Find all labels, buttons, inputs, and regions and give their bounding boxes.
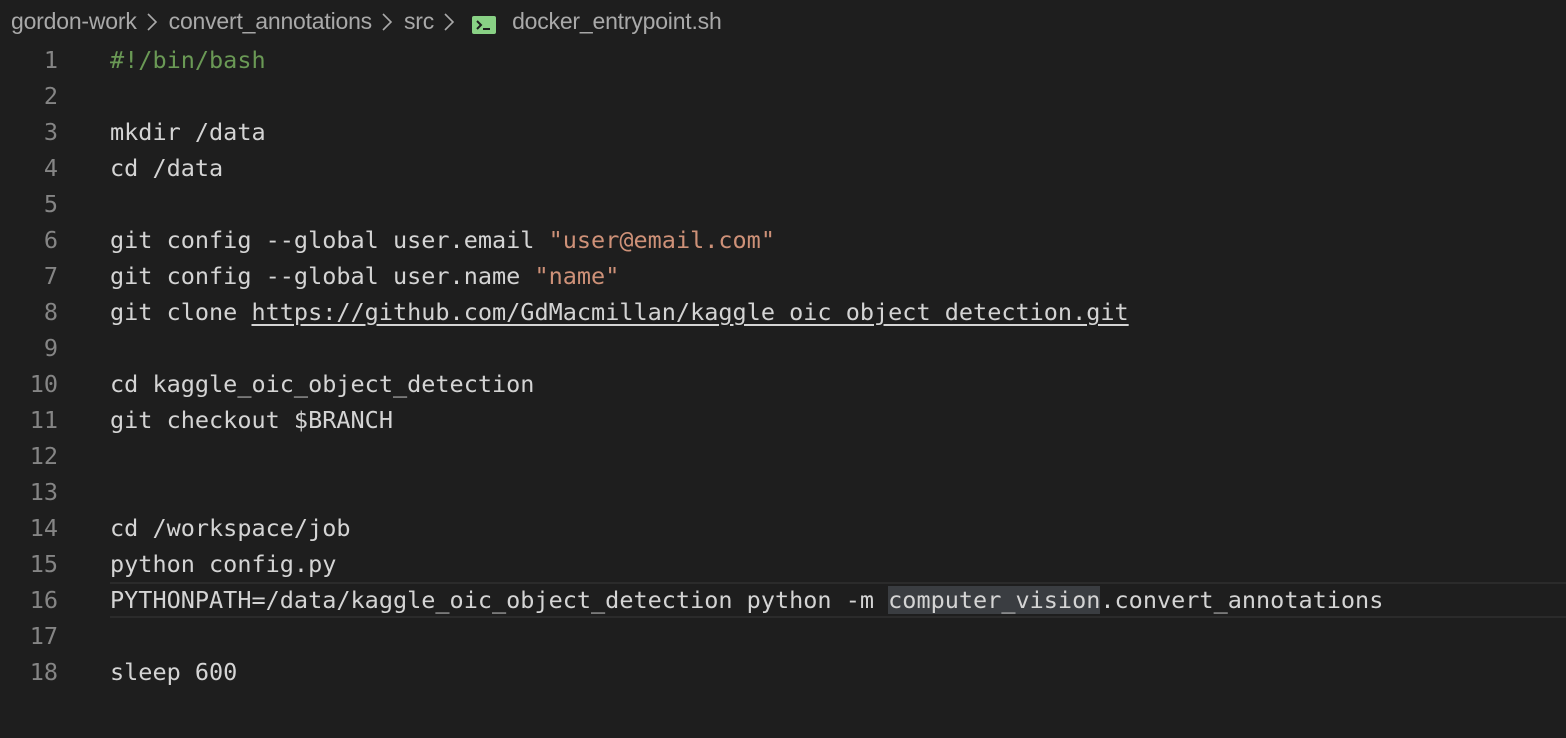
line-number: 7 (43, 262, 58, 290)
code-text: git clone https://github.com/GdMacmillan… (110, 294, 1129, 330)
line-number: 4 (43, 154, 58, 182)
code-line[interactable]: 14 cd /workspace/job (0, 510, 1566, 546)
line-number: 3 (43, 118, 58, 146)
code-line[interactable]: 8 git clone https://github.com/GdMacmilla… (0, 294, 1566, 330)
code-editor[interactable]: 1 #!/bin/bash 2 3 mkdir /data 4 cd /data 5 6 git … (0, 42, 1566, 690)
code-text: sleep 600 (110, 654, 237, 690)
chevron-right-icon (375, 9, 401, 33)
code-line[interactable]: 12 (0, 438, 1566, 474)
breadcrumb: gordon-work convert_annotations src dock… (0, 0, 722, 42)
code-token: "name" (534, 262, 620, 290)
code-line[interactable]: 11 git checkout $BRANCH (0, 402, 1566, 438)
chevron-right-icon (140, 9, 166, 33)
code-text: #!/bin/bash (110, 42, 266, 78)
line-number: 16 (29, 586, 58, 614)
line-number: 15 (29, 550, 58, 578)
code-token: "user@email.com" (548, 226, 775, 254)
line-number: 2 (43, 82, 58, 110)
code-line[interactable]: 5 (0, 186, 1566, 222)
code-line[interactable]: 16 PYTHONPATH=/data/kaggle_oic_object_det… (0, 582, 1566, 618)
code-token: #!/bin/bash (110, 46, 266, 74)
line-number: 12 (29, 442, 58, 470)
breadcrumb-item-file[interactable]: docker_entrypoint.sh (512, 8, 722, 35)
code-line[interactable]: 4 cd /data (0, 150, 1566, 186)
code-line[interactable]: 17 (0, 618, 1566, 654)
code-text: PYTHONPATH=/data/kaggle_oic_object_detec… (110, 582, 1383, 618)
code-token: mkdir /data (110, 118, 266, 146)
code-token: cd kaggle_oic_object_detection (110, 370, 535, 398)
code-token: .convert_annotations (1100, 586, 1384, 614)
code-text: mkdir /data (110, 114, 266, 150)
code-line[interactable]: 3 mkdir /data (0, 114, 1566, 150)
code-line[interactable]: 6 git config --global user.email "user@em… (0, 222, 1566, 258)
code-line[interactable]: 2 (0, 78, 1566, 114)
breadcrumb-item-convert-annotations[interactable]: convert_annotations (169, 8, 373, 35)
code-line[interactable]: 13 (0, 474, 1566, 510)
code-token: python config.py (110, 550, 337, 578)
line-number: 14 (29, 514, 58, 542)
code-token: git config --global user.name (110, 262, 535, 290)
line-number: 17 (29, 622, 58, 650)
line-number: 10 (29, 370, 58, 398)
chevron-right-icon (437, 9, 463, 33)
code-token: cd /data (110, 154, 224, 182)
code-token: computer_vision (888, 586, 1101, 614)
code-text: git checkout $BRANCH (110, 402, 393, 438)
code-line[interactable]: 9 (0, 330, 1566, 366)
line-number: 8 (43, 298, 58, 326)
code-token: sleep 600 (110, 658, 238, 686)
code-text: cd /workspace/job (110, 510, 351, 546)
code-token: git config --global user.email (110, 226, 549, 254)
code-token: git checkout $BRANCH (110, 406, 393, 434)
line-number: 6 (43, 226, 58, 254)
line-number: 11 (29, 406, 58, 434)
line-number: 9 (43, 334, 58, 362)
code-line[interactable]: 10 cd kaggle_oic_object_detection (0, 366, 1566, 402)
code-text: python config.py (110, 546, 336, 582)
code-text: cd kaggle_oic_object_detection (110, 366, 534, 402)
code-line[interactable]: 7 git config --global user.name "name" (0, 258, 1566, 294)
code-text: git config --global user.name "name" (110, 258, 619, 294)
code-line[interactable]: 1 #!/bin/bash (0, 42, 1566, 78)
line-number: 5 (43, 190, 58, 218)
code-token: git clone (110, 298, 252, 326)
code-text: git config --global user.email "user@ema… (110, 222, 775, 258)
line-number: 18 (29, 658, 58, 686)
terminal-icon (472, 13, 497, 34)
line-number: 1 (43, 46, 58, 74)
code-line[interactable]: 18 sleep 600 (0, 654, 1566, 690)
code-text: cd /data (110, 150, 223, 186)
code-token: PYTHONPATH=/data/kaggle_oic_object_detec… (110, 586, 889, 614)
breadcrumb-item-gordon-work[interactable]: gordon-work (11, 8, 137, 35)
code-line[interactable]: 15 python config.py (0, 546, 1566, 582)
code-token: cd /workspace/job (110, 514, 351, 542)
code-link[interactable]: https://github.com/GdMacmillan/kaggle_oi… (251, 298, 1128, 326)
line-number: 13 (29, 478, 58, 506)
breadcrumb-item-src[interactable]: src (404, 8, 434, 35)
